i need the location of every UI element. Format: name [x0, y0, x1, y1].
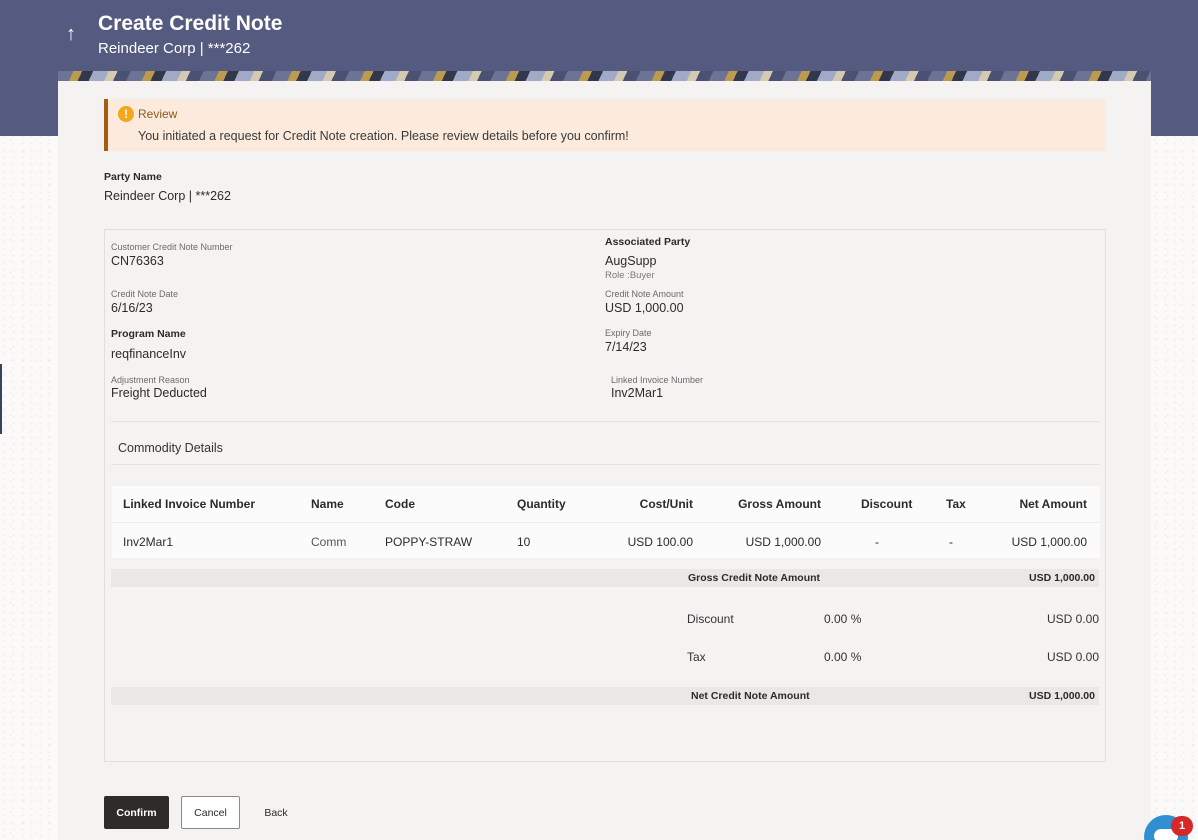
table-cell: -: [875, 535, 879, 549]
up-arrow-icon[interactable]: ↑: [66, 22, 76, 46]
net-credit-note-amount-value: USD 1,000.00: [1029, 690, 1095, 702]
column-header: Name: [311, 497, 344, 511]
net-credit-note-amount-label: Net Credit Note Amount: [691, 690, 810, 702]
net-credit-note-amount-row: Net Credit Note Amount USD 1,000.00: [111, 687, 1099, 705]
page-subtitle: Reindeer Corp | ***262: [98, 40, 251, 57]
page-title: Create Credit Note: [98, 12, 283, 35]
alert-message: You initiated a request for Credit Note …: [138, 129, 629, 143]
column-header: Cost/Unit: [639, 497, 693, 511]
customer-credit-note-number-value: CN76363: [111, 254, 164, 268]
adjustment-reason-value: Freight Deducted: [111, 386, 207, 400]
table-cell: Inv2Mar1: [123, 535, 174, 549]
column-header: Code: [385, 497, 415, 511]
section-divider: [111, 421, 1099, 422]
confirm-button[interactable]: Confirm: [104, 796, 169, 829]
column-header: Linked Invoice Number: [123, 497, 256, 511]
review-alert: ! Review You initiated a request for Cre…: [104, 99, 1106, 151]
gross-credit-note-amount-label: Gross Credit Note Amount: [688, 572, 821, 584]
column-header: Gross Amount: [738, 497, 821, 511]
program-name-label: Program Name: [111, 328, 186, 340]
cancel-button[interactable]: Cancel: [181, 796, 240, 829]
expiry-date-label: Expiry Date: [605, 328, 652, 338]
associated-party-role: Role :Buyer: [605, 270, 655, 281]
credit-note-amount-label: Credit Note Amount: [605, 289, 684, 299]
tax-percent: 0.00 %: [824, 650, 862, 664]
notification-badge: 1: [1171, 816, 1193, 836]
table-cell: USD 100.00: [627, 535, 693, 549]
alert-title: Review: [138, 107, 178, 121]
credit-note-date-value: 6/16/23: [111, 301, 153, 315]
info-icon: !: [118, 106, 134, 122]
expiry-date-value: 7/14/23: [605, 340, 647, 354]
party-name-value: Reindeer Corp | ***262: [104, 189, 231, 203]
table-cell: 10: [517, 535, 531, 549]
gross-credit-note-amount-row: Gross Credit Note Amount USD 1,000.00: [111, 569, 1099, 587]
associated-party-value: AugSupp: [605, 254, 657, 268]
linked-invoice-number-label: Linked Invoice Number: [611, 375, 704, 385]
table-header: Linked Invoice Number Name Code Quantity…: [112, 486, 1100, 522]
column-header: Quantity: [517, 497, 566, 511]
column-header: Discount: [861, 497, 913, 511]
back-button[interactable]: Back: [254, 796, 298, 829]
associated-party-label: Associated Party: [605, 236, 691, 248]
table-cell: USD 1,000.00: [745, 535, 821, 549]
credit-note-amount-value: USD 1,000.00: [605, 301, 684, 315]
table-cell: POPPY-STRAW: [385, 535, 473, 549]
linked-invoice-number-value: Inv2Mar1: [611, 386, 664, 400]
discount-amount: USD 0.00: [1046, 612, 1099, 626]
tax-label: Tax: [687, 650, 706, 664]
table-row: Inv2Mar1 Comm POPPY-STRAW 10 USD 100.00 …: [112, 522, 1100, 558]
discount-percent: 0.00 %: [824, 612, 862, 626]
credit-note-date-label: Credit Note Date: [111, 289, 179, 299]
credit-note-details: Customer Credit Note Number CN76363 Cred…: [104, 229, 1106, 762]
side-edge-marker: [0, 364, 2, 434]
tax-amount: USD 0.00: [1046, 650, 1099, 664]
commodity-details-title: Commodity Details: [118, 441, 223, 455]
program-name-value: reqfinanceInv: [111, 347, 187, 361]
main-card: ! Review You initiated a request for Cre…: [58, 81, 1151, 840]
adjustment-reason-label: Adjustment Reason: [111, 375, 190, 385]
table-cell: Comm: [311, 535, 347, 549]
column-header: Net Amount: [1019, 497, 1087, 511]
commodity-table: Linked Invoice Number Name Code Quantity…: [112, 486, 1100, 558]
table-cell: USD 1,000.00: [1011, 535, 1087, 549]
gross-credit-note-amount-value: USD 1,000.00: [1029, 572, 1095, 584]
header-decoration: [58, 71, 1151, 81]
column-header: Tax: [946, 497, 966, 511]
table-cell: -: [949, 535, 953, 549]
customer-credit-note-number-label: Customer Credit Note Number: [111, 242, 233, 252]
section-divider: [111, 464, 1099, 465]
discount-label: Discount: [687, 612, 734, 626]
party-name-label: Party Name: [104, 171, 162, 183]
